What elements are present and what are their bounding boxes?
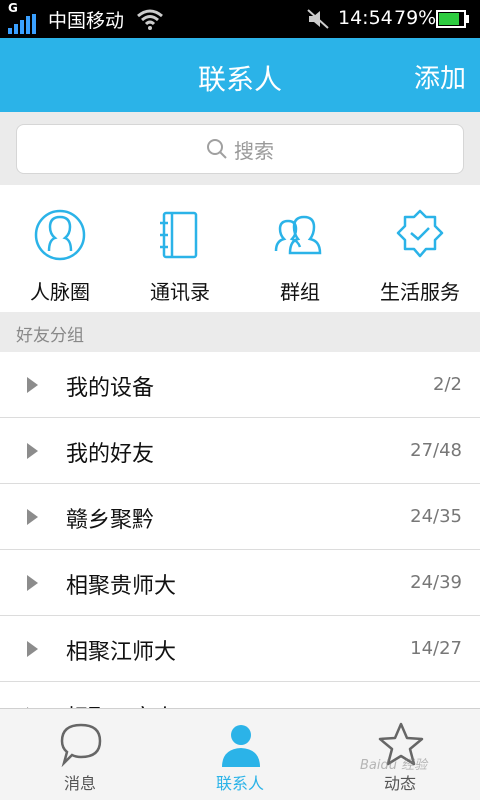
expand-arrow-icon: [27, 509, 38, 525]
clock: 14:54: [338, 7, 393, 29]
expand-arrow-icon: [27, 443, 38, 459]
list-item[interactable]: 我的好友 27/48: [0, 418, 480, 484]
quick-action-life-services[interactable]: 生活服务: [360, 185, 480, 312]
tab-contacts[interactable]: 联系人: [160, 709, 320, 800]
quick-actions: 人脉圈 通讯录 群组 生活服务: [0, 185, 480, 312]
group-name: 相聚一家人: [66, 700, 176, 708]
search-icon: [207, 139, 227, 159]
list-item[interactable]: 相聚贵师大 24/39: [0, 550, 480, 616]
page-title: 联系人: [197, 63, 282, 96]
group-count: 14/27: [410, 638, 462, 659]
add-button[interactable]: 添加: [414, 58, 466, 95]
group-count: 27/48: [410, 440, 462, 461]
quick-action-label: 通讯录: [150, 280, 210, 304]
group-name: 相聚江师大: [66, 640, 177, 665]
list-item[interactable]: 相聚一家人: [0, 682, 480, 708]
tab-messages[interactable]: 消息: [0, 709, 160, 800]
tab-label: 消息: [63, 774, 96, 793]
battery-percent: 79%: [394, 7, 437, 29]
expand-arrow-icon: [27, 575, 38, 591]
quick-action-label: 生活服务: [380, 280, 460, 304]
group-count: 2/2: [433, 374, 462, 395]
section-title: 好友分组: [16, 326, 84, 346]
friend-groups-header: 好友分组: [0, 312, 480, 352]
search-input[interactable]: 搜索: [16, 124, 464, 174]
tab-label: 联系人: [215, 774, 264, 793]
quick-action-label: 人脉圈: [30, 280, 90, 304]
group-name: 赣乡聚黔: [66, 508, 155, 533]
contact-person-icon: [222, 725, 260, 767]
search-area: 搜索: [0, 112, 480, 185]
group-name: 相聚贵师大: [66, 574, 177, 599]
list-item[interactable]: 相聚江师大 14/27: [0, 616, 480, 682]
watermark: Baidu 经验: [360, 758, 428, 773]
status-bar: G 中国移动 14:54 79%: [0, 0, 480, 38]
title-bar: 联系人 添加: [0, 38, 480, 112]
tab-label: 动态: [383, 774, 416, 793]
group-count: 24/35: [410, 506, 462, 527]
network-type: G: [8, 1, 18, 15]
expand-arrow-icon: [27, 641, 38, 657]
battery-icon: [436, 10, 469, 28]
quick-action-contacts-circle[interactable]: 人脉圈: [0, 185, 120, 312]
chat-bubble-icon: [60, 723, 102, 767]
mute-icon: [307, 9, 329, 29]
person-circle-icon: [34, 209, 86, 261]
group-name: 我的设备: [66, 376, 155, 401]
service-badge-icon: [396, 209, 444, 258]
wifi-icon: [137, 9, 163, 30]
group-icon: [274, 215, 322, 255]
carrier-name: 中国移动: [48, 10, 125, 32]
quick-action-address-book[interactable]: 通讯录: [120, 185, 240, 312]
quick-action-groups[interactable]: 群组: [240, 185, 360, 312]
group-count: 24/39: [410, 572, 462, 593]
list-item[interactable]: 赣乡聚黔 24/35: [0, 484, 480, 550]
signal-icon: [8, 14, 36, 34]
quick-action-label: 群组: [280, 280, 320, 304]
expand-arrow-icon: [27, 377, 38, 393]
friend-group-list: 我的设备 2/2 我的好友 27/48 赣乡聚黔 24/35 相聚贵师大 24/…: [0, 352, 480, 708]
search-placeholder: 搜索: [234, 138, 274, 163]
address-book-icon: [160, 211, 198, 259]
group-name: 我的好友: [66, 442, 155, 467]
list-item[interactable]: 我的设备 2/2: [0, 352, 480, 418]
